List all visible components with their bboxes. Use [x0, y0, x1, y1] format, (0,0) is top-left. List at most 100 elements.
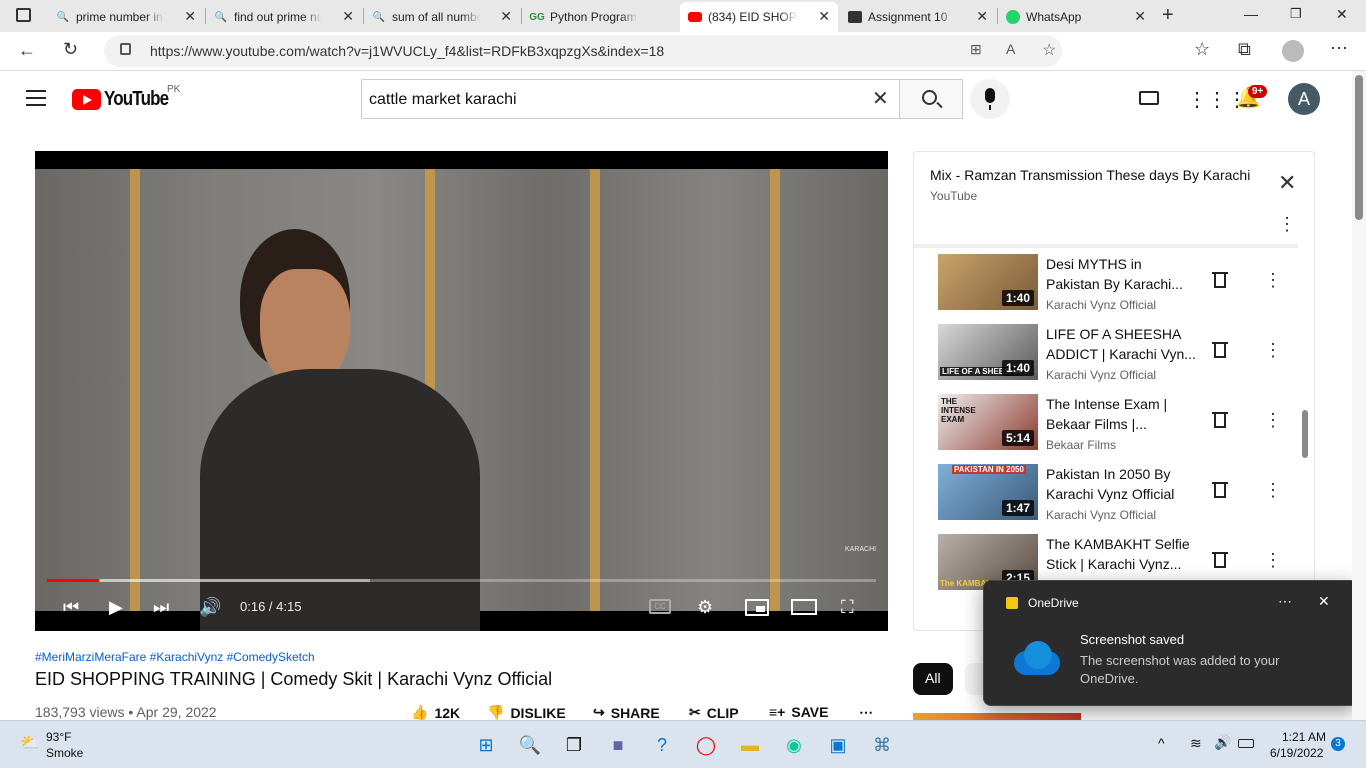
more-vert-icon[interactable]: ⋮: [1264, 340, 1282, 361]
video-thumbnail[interactable]: THE INTENSE EXAM 5:14: [938, 394, 1038, 450]
play-icon[interactable]: ▶: [109, 597, 123, 618]
browser-tab[interactable]: 🔍 prime number in ✕: [48, 2, 204, 32]
browser-tab[interactable]: 🔍 find out prime nu ✕: [206, 2, 362, 32]
playlist-item[interactable]: PAKISTAN IN 2050 1:47 Pakistan In 2050 B…: [938, 464, 1298, 534]
more-vert-icon[interactable]: ⋮: [1278, 214, 1296, 235]
close-window-button[interactable]: ✕: [1336, 6, 1348, 23]
fullscreen-icon[interactable]: ⛶: [841, 597, 854, 618]
clock-time[interactable]: 1:21 AM: [1282, 730, 1326, 744]
menu-icon[interactable]: [26, 90, 46, 106]
more-vert-icon[interactable]: ⋮: [1264, 480, 1282, 501]
delete-icon[interactable]: [1212, 412, 1228, 428]
delete-icon[interactable]: [1212, 342, 1228, 358]
hashtags[interactable]: #MeriMarziMeraFare #KarachiVynz #ComedyS…: [35, 650, 315, 664]
delete-icon[interactable]: [1212, 552, 1228, 568]
captions-icon[interactable]: CC: [649, 599, 671, 614]
dislike-button[interactable]: 👎 DISLIKE: [487, 704, 566, 721]
delete-icon[interactable]: [1212, 482, 1228, 498]
toast-close-icon[interactable]: ✕: [1318, 593, 1330, 610]
playlist-item[interactable]: 1:40 Desi MYTHS in Pakistan By Karachi..…: [938, 254, 1298, 324]
playlist-title[interactable]: Mix - Ramzan Transmission These days By …: [930, 167, 1250, 183]
volume-icon[interactable]: 🔊: [199, 597, 221, 618]
wifi-icon[interactable]: ≋: [1190, 735, 1202, 752]
recommended-thumbnail[interactable]: [913, 713, 1081, 720]
weather-condition[interactable]: Smoke: [46, 746, 83, 760]
page-scrollbar[interactable]: [1352, 71, 1366, 720]
add-favorite-icon[interactable]: ☆: [1042, 40, 1056, 60]
start-button[interactable]: ⊞: [472, 731, 500, 759]
previous-icon[interactable]: ⏮: [63, 597, 79, 618]
apps-icon[interactable]: ⊞: [970, 41, 982, 58]
browser-tab[interactable]: 🔍 sum of all numbe ✕: [364, 2, 520, 32]
collections-icon[interactable]: ⧉: [1238, 39, 1251, 60]
browser-tab[interactable]: Assignment 10 ✕: [840, 2, 996, 32]
refresh-icon[interactable]: ↻: [63, 39, 78, 60]
battery-icon[interactable]: [1238, 739, 1254, 748]
search-input[interactable]: cattle market karachi ✕: [361, 79, 900, 119]
save-button[interactable]: ≡+ SAVE: [769, 704, 828, 720]
more-vert-icon[interactable]: ⋮: [1264, 550, 1282, 571]
video-thumbnail[interactable]: PAKISTAN IN 2050 1:47: [938, 464, 1038, 520]
close-tab-icon[interactable]: ✕: [500, 8, 512, 25]
miniplayer-icon[interactable]: [745, 599, 769, 616]
next-icon[interactable]: ⏭: [153, 597, 169, 618]
close-tab-icon[interactable]: ✕: [818, 8, 830, 25]
playlist-owner[interactable]: YouTube: [930, 189, 977, 203]
tray-chevron-icon[interactable]: ^: [1158, 735, 1165, 751]
task-view-icon[interactable]: ❐: [560, 731, 588, 759]
clip-button[interactable]: ✂ CLIP: [689, 704, 739, 721]
maximize-button[interactable]: ❐: [1290, 6, 1302, 22]
video-thumbnail[interactable]: LIFE OF A SHEESHA 1:40: [938, 324, 1038, 380]
playlist-scrollbar[interactable]: [1302, 410, 1308, 458]
more-vert-icon[interactable]: ⋮: [1264, 410, 1282, 431]
browser-tab[interactable]: WhatsApp ✕: [998, 2, 1154, 32]
clock-date[interactable]: 6/19/2022: [1270, 746, 1323, 760]
like-button[interactable]: 👍 12K: [411, 704, 460, 721]
video-frame[interactable]: KARACHI: [35, 169, 888, 631]
playlist-item[interactable]: THE INTENSE EXAM 5:14 The Intense Exam |…: [938, 394, 1298, 464]
volume-icon[interactable]: 🔊: [1214, 734, 1231, 751]
chip-all[interactable]: All: [913, 663, 953, 695]
settings-more-icon[interactable]: ⋯: [1330, 38, 1348, 59]
browser-tab-active[interactable]: (834) EID SHOPPI ✕: [680, 2, 838, 32]
edge-icon[interactable]: ◉: [780, 731, 808, 759]
microsoft-store-icon[interactable]: ▣: [824, 731, 852, 759]
delete-icon[interactable]: [1212, 272, 1228, 288]
favorites-icon[interactable]: ☆: [1194, 39, 1210, 60]
back-icon[interactable]: ←: [18, 40, 36, 61]
weather-temp[interactable]: 93°F: [46, 730, 71, 744]
create-video-icon[interactable]: [1139, 91, 1159, 105]
notification-count-badge[interactable]: 3: [1331, 737, 1345, 751]
video-player[interactable]: KARACHI ⏮ ▶ ⏭ 🔊 0:16 / 4:15 CC ⚙ ⛶: [35, 151, 888, 631]
close-tab-icon[interactable]: ✕: [184, 8, 196, 25]
progress-bar[interactable]: [47, 579, 876, 582]
toast-more-icon[interactable]: ⋯: [1278, 593, 1292, 610]
more-actions-icon[interactable]: ⋯: [859, 704, 873, 721]
browser-tab[interactable]: GG Python Program f: [522, 2, 678, 32]
onedrive-notification[interactable]: OneDrive ⋯ ✕ Screenshot saved The screen…: [983, 580, 1358, 706]
profile-icon[interactable]: [1282, 40, 1304, 62]
search-button[interactable]: [899, 79, 963, 119]
clear-search-icon[interactable]: ✕: [872, 86, 889, 111]
url-field[interactable]: https://www.youtube.com/watch?v=j1WVUCLy…: [104, 35, 1062, 67]
voice-search-button[interactable]: [970, 79, 1010, 119]
python-icon[interactable]: ⌘: [868, 731, 896, 759]
settings-gear-icon[interactable]: ⚙: [697, 597, 713, 618]
theater-mode-icon[interactable]: [791, 599, 817, 615]
close-icon[interactable]: ✕: [1278, 170, 1296, 196]
minimize-button[interactable]: —: [1244, 6, 1258, 22]
teams-chat-icon[interactable]: ■: [604, 731, 632, 759]
tab-actions-icon[interactable]: [16, 8, 31, 22]
help-icon[interactable]: ?: [648, 731, 676, 759]
opera-icon[interactable]: ◯: [692, 731, 720, 759]
video-thumbnail[interactable]: 1:40: [938, 254, 1038, 310]
close-tab-icon[interactable]: ✕: [342, 8, 354, 25]
youtube-logo[interactable]: YouTube: [72, 87, 180, 111]
close-tab-icon[interactable]: ✕: [1134, 8, 1146, 25]
new-tab-button[interactable]: +: [1162, 4, 1174, 27]
close-tab-icon[interactable]: ✕: [976, 8, 988, 25]
file-explorer-icon[interactable]: ▬: [736, 731, 764, 759]
avatar[interactable]: A: [1288, 83, 1320, 115]
read-aloud-icon[interactable]: A: [1006, 41, 1015, 57]
playlist-item[interactable]: LIFE OF A SHEESHA 1:40 LIFE OF A SHEESHA…: [938, 324, 1298, 394]
